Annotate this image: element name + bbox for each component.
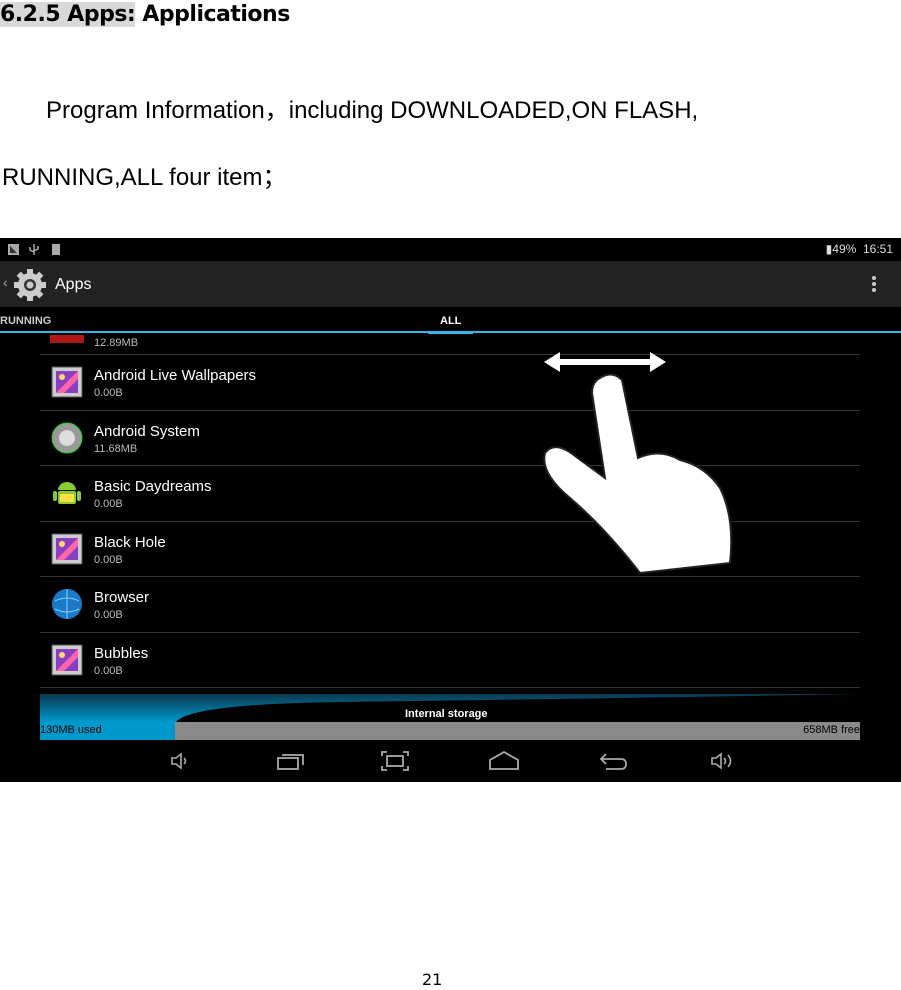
app-name: Basic Daydreams [94,478,212,495]
app-size: 0.00B [94,387,123,399]
android-screenshot: ▮49% 16:51 ‹ Apps RUNNING ALL 12.89MB An… [0,238,901,782]
tab-all[interactable]: ALL [427,315,475,334]
storage-bar: 130MB used 658MB free [40,722,860,740]
android-robot-icon [53,482,81,504]
wallpaper-icon [51,366,83,398]
section-heading: 6.2.5 Apps: Applications [0,2,290,27]
storage-label: Internal storage [405,708,488,720]
android-system-icon [51,422,83,453]
action-bar: ‹ Apps [0,261,901,307]
status-bar: ▮49% 16:51 [0,238,901,261]
storage-used-label: 130MB used [40,724,102,736]
overflow-menu-icon[interactable] [871,275,877,293]
recent-apps-icon[interactable] [276,750,304,772]
settings-gear-icon[interactable] [12,267,48,303]
storage-free-label: 658MB free [803,724,860,736]
wallpaper-icon [51,533,83,564]
app-size: 0.00B [94,553,123,566]
clock: 16:51 [862,242,893,256]
back-chevron-icon[interactable]: ‹ [3,274,8,290]
app-name: Browser [94,589,150,606]
list-item[interactable]: Browser 0.00B [40,577,860,633]
app-size: 11.68MB [94,442,138,455]
screenshot-icon[interactable] [380,750,409,772]
navigation-bar [0,740,901,782]
tab-running[interactable]: RUNNING [0,315,51,327]
paragraph-line-2: RUNNING,ALL four item； [2,164,287,191]
app-size: 0.00B [94,664,123,677]
swipe-gesture-hand-icon [543,352,733,575]
paragraph-line-1: Program Information，including DOWNLOADED… [46,97,699,124]
storage-indicator: Internal storage 130MB used 658MB free [40,690,860,740]
back-icon[interactable] [598,750,627,772]
battery-level: 49% [832,242,857,256]
tab-strip: RUNNING ALL [0,307,901,334]
page-number: 21 [422,970,443,989]
app-size: 0.00B [94,609,123,621]
volume-up-icon[interactable] [708,750,734,772]
app-name: Black Hole [94,533,166,551]
wallpaper-icon [51,644,83,675]
app-name: Android System [94,422,200,440]
app-icon [50,335,84,343]
list-item[interactable]: Bubbles 0.00B [40,633,860,688]
home-icon[interactable] [488,750,519,772]
app-name: Bubbles [94,644,149,662]
app-name: Android Live Wallpapers [94,367,257,384]
status-right: ▮49% 16:51 [825,242,893,256]
app-title: Apps [55,276,92,293]
app-size: 0.00B [94,498,123,510]
notification-icons [8,244,60,255]
volume-down-icon[interactable] [168,750,194,772]
globe-icon [52,589,82,619]
